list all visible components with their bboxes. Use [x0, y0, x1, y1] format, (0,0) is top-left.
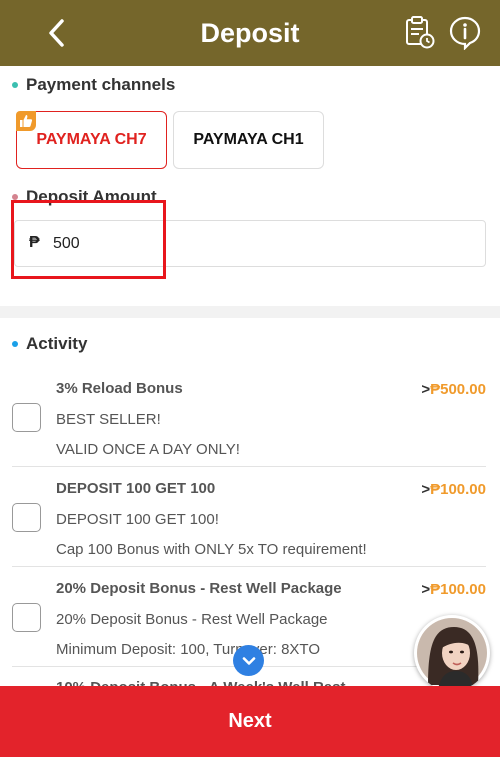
- list-divider: [12, 466, 486, 467]
- activity-description: 20% Deposit Bonus - Rest Well Package: [56, 611, 328, 628]
- amount-field[interactable]: ₱: [14, 220, 486, 267]
- activity-title: 20% Deposit Bonus - Rest Well Package: [56, 580, 342, 597]
- activity-checkbox[interactable]: [12, 403, 41, 432]
- channel-label: PAYMAYA CH7: [36, 131, 147, 148]
- activity-description: BEST SELLER!: [56, 411, 161, 428]
- activity-amount: >₱100.00: [421, 581, 486, 598]
- bullet-dot: [12, 82, 18, 88]
- amount-input[interactable]: [53, 229, 453, 259]
- thumbs-up-icon: [16, 111, 36, 131]
- activity-description: DEPOSIT 100 GET 100!: [56, 511, 219, 528]
- channel-paymaya-ch1[interactable]: PAYMAYA CH1: [173, 111, 324, 169]
- activity-label: Activity: [26, 334, 88, 353]
- list-divider: [12, 566, 486, 567]
- activity-amount: >₱100.00: [421, 481, 486, 498]
- payment-channels-heading: Payment channels: [12, 75, 175, 95]
- next-button[interactable]: Next: [0, 686, 500, 757]
- activity-amount: >₱500.00: [421, 381, 486, 398]
- chevron-down-icon: [242, 656, 255, 665]
- bullet-dot: [12, 194, 18, 200]
- deposit-amount-heading: Deposit Amount: [12, 187, 157, 207]
- activity-note: VALID ONCE A DAY ONLY!: [56, 441, 240, 458]
- activity-checkbox[interactable]: [12, 603, 41, 632]
- info-icon: [449, 16, 481, 51]
- activity-note: Minimum Deposit: 100, Turnover: 8XTO: [56, 641, 320, 658]
- header-bar: Deposit: [0, 0, 500, 66]
- avatar-image: [417, 618, 487, 691]
- channel-label: PAYMAYA CH1: [193, 131, 304, 148]
- payment-channels-label: Payment channels: [26, 75, 176, 94]
- activity-checkbox[interactable]: [12, 503, 41, 532]
- bullet-dot: [12, 341, 18, 347]
- scroll-down-button[interactable]: [233, 645, 264, 676]
- activity-title: DEPOSIT 100 GET 100: [56, 480, 216, 497]
- section-divider: [0, 306, 500, 318]
- activity-title: 3% Reload Bonus: [56, 380, 183, 397]
- activity-heading: Activity: [12, 334, 87, 354]
- info-button[interactable]: [448, 14, 482, 51]
- currency-symbol: ₱: [29, 234, 40, 251]
- deposit-amount-label: Deposit Amount: [26, 187, 157, 206]
- history-button[interactable]: [402, 14, 436, 50]
- support-avatar[interactable]: [414, 615, 490, 691]
- channel-paymaya-ch7[interactable]: PAYMAYA CH7: [16, 111, 167, 169]
- activity-note: Cap 100 Bonus with ONLY 5x TO requiremen…: [56, 541, 367, 558]
- clipboard-clock-icon: [406, 16, 435, 49]
